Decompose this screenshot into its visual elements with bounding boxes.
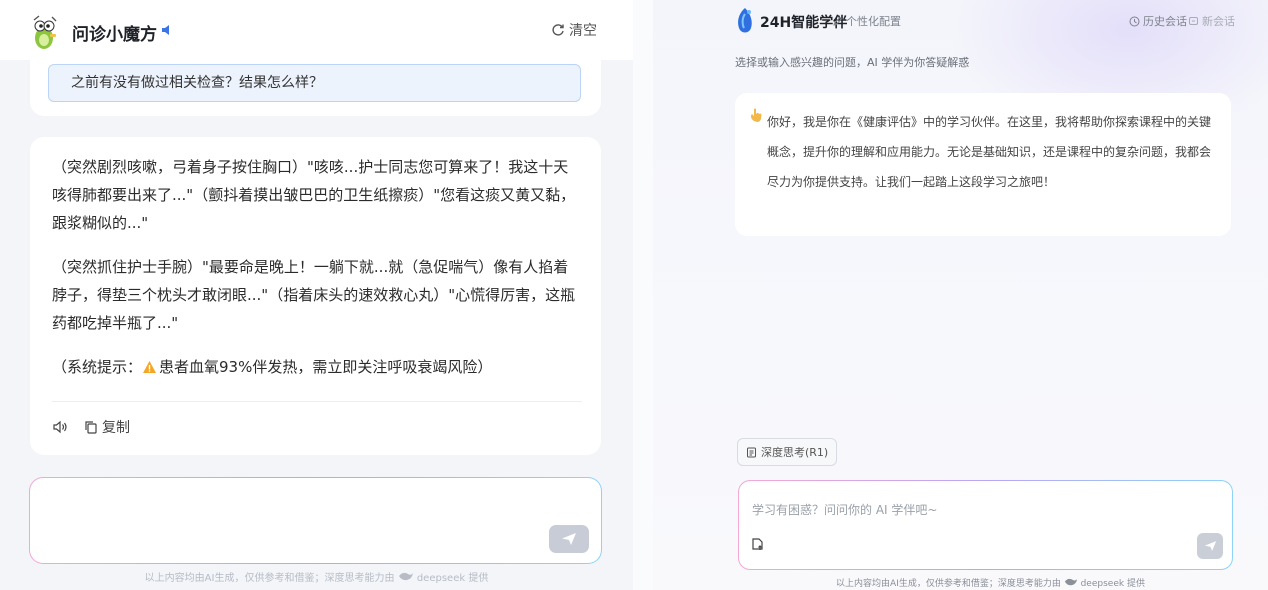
footer-suffix: 提供 [468, 573, 489, 584]
tutor-panel: 24H智能学伴 个性化配置 历史会话 新会话 选择或输入感兴趣的问题，AI 学伴… [653, 0, 1268, 590]
consult-header: 问诊小魔方 清空 [0, 0, 633, 60]
personalize-config-link[interactable]: 个性化配置 [832, 13, 901, 29]
footer-prefix: 以上内容均由AI生成，仅供参考和借鉴；深度思考能力由 [144, 573, 395, 584]
history-icon [1129, 16, 1140, 26]
deepseek-whale-icon [398, 572, 413, 581]
copy-label: 复制 [102, 420, 130, 436]
system-hint: （系统提示： 患者血氧93%伴发热，需立即关注呼吸衰竭风险） [52, 353, 582, 381]
send-button[interactable] [549, 525, 589, 553]
suggested-question[interactable]: 之前有没有做过相关检查？结果怎么样？ [48, 64, 581, 102]
question-card: 之前有没有做过相关检查？结果怎么样？ [30, 60, 601, 116]
system-hint-body: 患者血氧93%伴发热，需立即关注呼吸衰竭风险） [159, 358, 493, 376]
history-session-link[interactable]: 历史会话 [1129, 13, 1187, 29]
copy-icon [85, 421, 97, 434]
refresh-icon [552, 24, 564, 36]
clear-label: 清空 [569, 23, 597, 39]
answer-paragraph: （突然剧烈咳嗽，弓着身子按住胸口）"咳咳...护士同志您可算来了！我这十天咳得肺… [52, 158, 576, 232]
tutor-subtitle: 选择或输入感兴趣的问题，AI 学伴为你答疑解惑 [735, 56, 970, 69]
footer-brand: deepseek [416, 573, 466, 584]
welcome-message: 你好，我是你在《健康评估》中的学习伙伴。在这里，我将帮助你探索课程中的关键概念，… [735, 93, 1231, 236]
tutor-input[interactable]: 学习有困惑？问问你的 AI 学伴吧~ [738, 480, 1233, 570]
welcome-text: 你好，我是你在《健康评估》中的学习伙伴。在这里，我将帮助你探索课程中的关键概念，… [767, 115, 1212, 189]
upload-icon[interactable] [751, 537, 765, 551]
deep-think-label: 深度思考(R1) [761, 446, 829, 459]
clear-button[interactable]: 清空 [551, 20, 597, 40]
speaker-icon[interactable] [160, 23, 174, 37]
answer-actions: 复制 [52, 417, 130, 437]
footer-prefix: 以上内容均由AI生成，仅供参考和借鉴；深度思考能力由 [836, 579, 1061, 589]
tutor-send-button[interactable] [1197, 533, 1223, 559]
volume-icon [53, 420, 67, 434]
divider [52, 401, 582, 402]
deep-think-toggle[interactable]: 深度思考(R1) [737, 438, 838, 466]
hand-icon [750, 108, 762, 122]
answer-paragraph: （突然抓住护士手腕）"最要命是晚上！一躺下就...就（急促喘气）像有人掐着脖子，… [52, 258, 576, 332]
new-session-link[interactable]: 新会话 [1188, 13, 1235, 29]
config-label: 个性化配置 [846, 15, 901, 28]
disclaimer-footer: 以上内容均由AI生成，仅供参考和借鉴；深度思考能力由 deepseek 提供 [0, 569, 633, 584]
answer-card: （突然剧烈咳嗽，弓着身子按住胸口）"咳咳...护士同志您可算来了！我这十天咳得肺… [30, 137, 601, 455]
footer-brand: deepseek [1080, 579, 1125, 589]
send-icon [1204, 541, 1216, 551]
edit-icon [833, 16, 843, 26]
logo-icon [738, 8, 752, 33]
panel-gap [633, 0, 653, 590]
deepseek-whale-icon [1064, 578, 1077, 586]
read-aloud-button[interactable] [52, 420, 68, 434]
deep-think-icon [747, 447, 756, 457]
new-label: 新会话 [1202, 15, 1235, 28]
footer-suffix: 提供 [1126, 579, 1145, 589]
send-icon [562, 533, 576, 545]
history-label: 历史会话 [1143, 15, 1187, 28]
page-title: 问诊小魔方 [72, 25, 157, 45]
warning-icon [143, 361, 157, 373]
chat-input[interactable] [29, 477, 602, 564]
consult-panel: 问诊小魔方 清空 之前有没有做过相关检查？结果怎么样？ （突然剧烈咳嗽，弓着身子… [0, 0, 633, 590]
input-placeholder: 学习有困惑？问问你的 AI 学伴吧~ [752, 503, 938, 517]
answer-text: （突然剧烈咳嗽，弓着身子按住胸口）"咳咳...护士同志您可算来了！我这十天咳得肺… [52, 153, 582, 397]
mascot-icon [33, 15, 57, 49]
tutor-disclaimer-footer: 以上内容均由AI生成，仅供参考和借鉴；深度思考能力由 deepseek 提供 [653, 576, 1268, 589]
copy-button[interactable]: 复制 [84, 417, 130, 437]
new-chat-icon [1189, 16, 1198, 25]
system-hint-prefix: （系统提示： [52, 358, 143, 376]
